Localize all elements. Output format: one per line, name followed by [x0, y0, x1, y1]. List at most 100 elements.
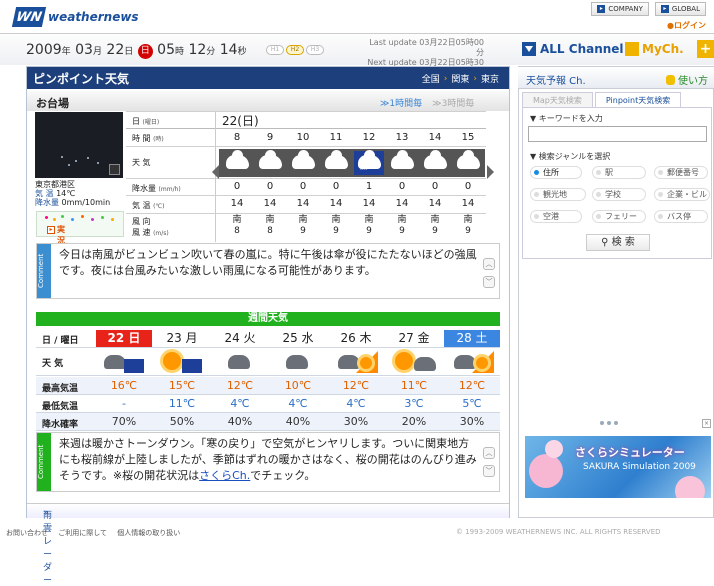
crumb-kanto[interactable]: 関東 [451, 72, 469, 85]
cloud-icon [391, 150, 414, 169]
add-channel-button[interactable]: + [697, 40, 714, 58]
tab-pinpoint-search[interactable]: Pinpoint天気検索 [594, 92, 682, 107]
banner-pager[interactable] [600, 421, 618, 425]
next-arrow-icon[interactable] [487, 165, 501, 179]
hour-cell: 15 [461, 132, 475, 143]
crumb-national[interactable]: 全国 [422, 72, 440, 85]
option-address[interactable]: 住所 [530, 166, 582, 179]
year: 2009 [26, 42, 62, 58]
day-value: 22(日) [222, 114, 259, 128]
option-bus[interactable]: バス停 [654, 210, 708, 223]
keyword-label: ▼ キーワードを入力 [530, 114, 603, 123]
day: 22 [106, 42, 125, 58]
weathernews-logo[interactable]: WN weathernews [11, 6, 139, 28]
weekly-date-label: 日 / 曜日 [42, 336, 79, 346]
all-channel-button[interactable]: ALL Channel [522, 38, 624, 60]
howto-icon [666, 75, 675, 85]
close-icon[interactable]: × [702, 419, 711, 428]
sakura-channel-link[interactable]: さくらCh. [199, 469, 250, 482]
second-unit: 秒 [237, 47, 247, 57]
company-link[interactable]: ▸ COMPANY [591, 2, 649, 16]
temp-unit-label: (℃) [153, 203, 165, 210]
option-ferry[interactable]: フェリー [592, 210, 646, 223]
grid-line [126, 111, 486, 112]
scroll-down-icon[interactable]: ﹀ [483, 276, 495, 288]
option-station[interactable]: 駅 [592, 166, 646, 179]
month: 03 [75, 42, 93, 58]
wind-speed-cell: 9 [399, 226, 405, 236]
h1-button[interactable]: H1 [266, 45, 284, 55]
sun-icon [476, 357, 488, 369]
weekly-weather-label: 天 気 [42, 359, 64, 369]
weather-cloud-icon [387, 150, 417, 175]
rain-radar-label: 雨雲レーダー [43, 511, 53, 586]
weekly-date-cell: 24 火 [224, 331, 256, 345]
scroll-up-icon[interactable]: ︿ [483, 258, 495, 270]
precip-cell: 0 [332, 181, 340, 192]
cloud-icon [424, 150, 447, 169]
sakura-simulation-banner[interactable]: さくらシミュレーター SAKURA Simulation 2009 [525, 436, 711, 498]
mych-button[interactable]: MyCh. [625, 38, 684, 60]
min-temp-cell: 4℃ [288, 397, 308, 410]
min-temp-cell: 3℃ [404, 397, 424, 410]
global-link[interactable]: ▸ GLOBAL [654, 2, 706, 16]
option-sightseeing[interactable]: 観光地 [530, 188, 586, 201]
grid-line [126, 195, 486, 196]
howto-link[interactable]: 使い方 [666, 72, 708, 87]
interval-links: ≫1時間毎 ≫3時間毎 [380, 96, 474, 109]
option-airport[interactable]: 空港 [530, 210, 582, 223]
option-company[interactable]: 企業・ビル [654, 188, 710, 201]
search-icon: ⚲ [601, 237, 609, 248]
keyword-input[interactable] [528, 126, 707, 142]
live-observation-button[interactable]: ▸実況値 [36, 211, 124, 256]
expand-icon[interactable] [109, 164, 120, 175]
pager-dot[interactable] [607, 421, 611, 425]
today-comment: Comment 今日は南風がビュンビュン吹いて春の嵐に。特に午後は傘が役にたたな… [36, 243, 500, 299]
pager-dot[interactable] [600, 421, 604, 425]
temp-cell: 14 [230, 198, 244, 209]
min-temp-cell: 5℃ [462, 397, 482, 410]
min-temp-cell: - [122, 397, 126, 410]
login-link[interactable]: ●ログイン [667, 20, 706, 31]
day-label: 日 [132, 117, 140, 126]
tab-map-search[interactable]: Map天気検索 [522, 92, 593, 107]
hourly-3-link[interactable]: ≫3時間毎 [432, 96, 474, 109]
max-temp-cell: 10℃ [284, 379, 312, 392]
scroll-down-icon[interactable]: ﹀ [483, 465, 495, 477]
prev-arrow-icon[interactable] [205, 165, 219, 179]
crumb-tokyo[interactable]: 東京 [481, 72, 499, 85]
pager-dot[interactable] [614, 421, 618, 425]
weekly-min-label: 最低気温 [42, 402, 79, 412]
h2-button[interactable]: H2 [286, 45, 304, 55]
rain-icon [124, 359, 144, 373]
weather-cloud-icon [288, 150, 318, 175]
cloud-sun-icon [334, 349, 378, 375]
option-school[interactable]: 学校 [592, 188, 646, 201]
comment-tag: Comment [37, 433, 51, 491]
wind-dir-cell: 南 [265, 215, 275, 225]
time-row-label: 時 間 (時) [132, 133, 164, 144]
precip-cell: 0 [299, 181, 307, 192]
hour-cell: 13 [395, 132, 409, 143]
temp-cell: 14 [461, 198, 475, 209]
cloud-icon [292, 150, 315, 169]
grid-line [126, 213, 486, 214]
login-label: ログイン [674, 21, 706, 30]
live-camera[interactable] [35, 112, 123, 178]
cloud-icon [259, 150, 282, 169]
search-button[interactable]: ⚲ 検 索 [586, 234, 650, 251]
option-postal[interactable]: 郵便番号 [654, 166, 708, 179]
wind-speed-cell: 9 [366, 226, 372, 236]
hour-unit: 時 [174, 47, 184, 57]
pinpoint-title: ピンポイント天気 [33, 72, 130, 86]
weather-cloud-icon [255, 150, 285, 175]
rain-radar-link[interactable]: » 雨雲レーダー [27, 503, 509, 586]
top-links: ▸ COMPANY ▸ GLOBAL [591, 2, 706, 16]
wind-dir-cell: 南 [232, 215, 242, 225]
grid-line [126, 178, 486, 179]
h3-button[interactable]: H3 [306, 45, 324, 55]
wind-speed-cell: 9 [465, 226, 471, 236]
max-temp-cell: 12℃ [458, 379, 486, 392]
hourly-1-link[interactable]: ≫1時間毎 [380, 96, 422, 109]
scroll-up-icon[interactable]: ︿ [483, 447, 495, 459]
